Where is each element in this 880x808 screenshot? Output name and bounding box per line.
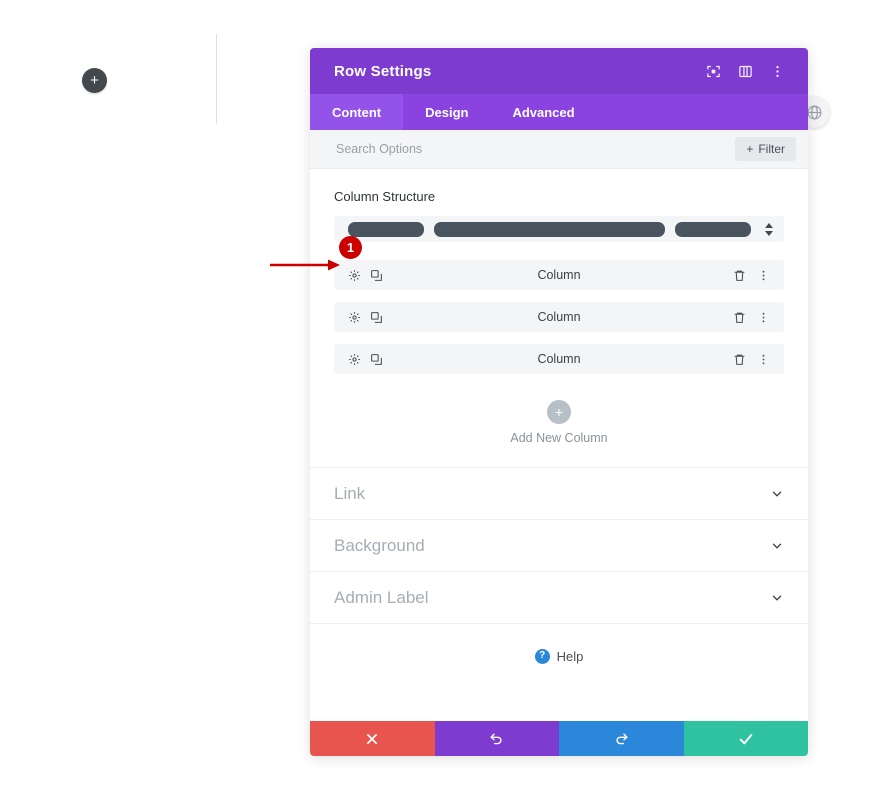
annotation-arrow [270, 259, 340, 271]
check-icon [739, 733, 753, 744]
chevron-down-icon [770, 487, 784, 501]
structure-bar [433, 221, 666, 237]
help-area: ? Help [310, 623, 808, 721]
builder-canvas: + Row Settings Content Design Advanced S… [0, 0, 880, 808]
more-vertical-icon[interactable] [757, 353, 770, 366]
tab-advanced[interactable]: Advanced [490, 94, 596, 130]
accordion-title: Link [334, 483, 366, 503]
table-row[interactable]: Column [334, 344, 784, 374]
tab-design[interactable]: Design [403, 94, 490, 130]
column-label: Column [537, 268, 581, 282]
search-input[interactable] [334, 141, 736, 157]
column-structure-label: Column Structure [334, 189, 436, 204]
add-section-button[interactable]: + [82, 68, 107, 93]
chevron-down-icon [770, 591, 784, 605]
filter-button-label: Filter [758, 142, 785, 156]
table-row[interactable]: Column [334, 302, 784, 332]
plus-icon: + [746, 142, 754, 156]
duplicate-icon[interactable] [370, 269, 383, 282]
search-bar: + Filter [310, 130, 808, 169]
globe-icon [807, 105, 821, 119]
structure-bar [348, 221, 424, 237]
page-title: Row Settings [334, 62, 432, 80]
save-button[interactable] [683, 721, 808, 756]
column-structure-select[interactable] [334, 216, 784, 242]
duplicate-icon[interactable] [370, 311, 383, 324]
column-label: Column [537, 352, 581, 366]
accordion-link[interactable]: Link [310, 467, 808, 519]
column-structure-section: Column Structure [310, 169, 808, 260]
accordion-title: Admin Label [334, 587, 429, 607]
cancel-button[interactable] [310, 721, 435, 756]
accordion-admin-label[interactable]: Admin Label [310, 571, 808, 623]
help-button[interactable]: ? Help [534, 646, 584, 666]
more-vertical-icon[interactable] [757, 269, 770, 282]
modal-header: Row Settings [310, 48, 808, 94]
trash-icon[interactable] [733, 269, 746, 282]
accordion-background[interactable]: Background [310, 519, 808, 571]
question-mark-icon: ? [534, 648, 550, 664]
add-new-column-label: Add New Column [510, 431, 608, 445]
filter-button[interactable]: + Filter [735, 137, 796, 161]
column-list: Column Column Column [310, 260, 808, 386]
plus-icon: + [90, 72, 99, 89]
layout-icon[interactable] [732, 58, 758, 84]
chevron-down-icon [770, 539, 784, 553]
table-row[interactable]: Column [334, 260, 784, 290]
accordion-title: Background [334, 535, 425, 555]
annotation-badge: 1 [339, 236, 362, 259]
plus-icon: + [547, 400, 571, 424]
gear-icon[interactable] [348, 353, 361, 366]
more-vertical-icon[interactable] [757, 311, 770, 324]
stepper-down-arrow [765, 230, 774, 236]
modal-footer [310, 721, 808, 756]
gear-icon[interactable] [348, 269, 361, 282]
row-settings-modal: Row Settings Content Design Advanced Sea… [310, 48, 808, 756]
canvas-divider [216, 34, 217, 124]
column-label: Column [537, 310, 581, 324]
more-vertical-icon[interactable] [764, 58, 790, 84]
undo-icon [490, 733, 502, 745]
stepper-updown-icon[interactable] [761, 222, 778, 236]
redo-button[interactable] [559, 721, 684, 756]
modal-body: Column Structure Column Column Column + … [310, 169, 808, 721]
undo-button[interactable] [434, 721, 559, 756]
stepper-up-arrow [765, 222, 774, 228]
structure-bar [675, 221, 751, 237]
trash-icon[interactable] [733, 353, 746, 366]
add-new-column-button[interactable]: + Add New Column [310, 386, 808, 467]
duplicate-icon[interactable] [370, 353, 383, 366]
trash-icon[interactable] [733, 311, 746, 324]
redo-icon [616, 733, 628, 745]
close-icon [367, 733, 378, 744]
tab-content[interactable]: Content [310, 94, 404, 130]
help-label: Help [556, 648, 584, 664]
modal-tabs: Content Design Advanced [310, 94, 808, 130]
focus-icon[interactable] [700, 58, 726, 84]
gear-icon[interactable] [348, 311, 361, 324]
